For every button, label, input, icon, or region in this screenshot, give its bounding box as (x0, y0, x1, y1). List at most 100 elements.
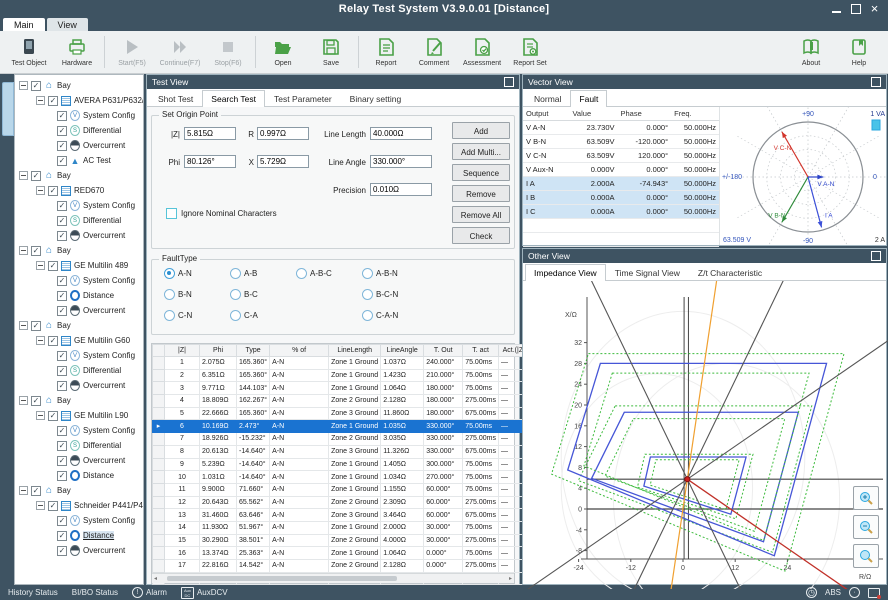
tab-z-t-characteristic[interactable]: Z/t Characteristic (689, 264, 771, 280)
tree-item-overcurrent[interactable]: ✓Overcurrent (15, 303, 143, 318)
check-button[interactable]: Check (452, 227, 510, 244)
tree-device[interactable]: ✓GE Multilin G60 (15, 333, 143, 348)
checkbox[interactable]: ✓ (48, 501, 58, 511)
tree-device[interactable]: ✓GE Multilin L90 (15, 408, 143, 423)
table-row[interactable]: 1530.290Ω38.501°A-NZone 2 Ground4.000Ω30… (153, 534, 578, 547)
checkbox[interactable]: ✓ (31, 396, 41, 406)
remove-all-button[interactable]: Remove All (452, 206, 510, 223)
checkbox[interactable]: ✓ (57, 201, 67, 211)
tree-bay[interactable]: ✓⌂Bay (15, 318, 143, 333)
status-auxdcv[interactable]: AuxDCAuxDCV (181, 587, 228, 599)
checkbox[interactable]: ✓ (31, 171, 41, 181)
stop-button[interactable]: Stop(F6) (204, 32, 252, 72)
tab-search-test[interactable]: Search Test (202, 90, 265, 107)
status-history-status[interactable]: History Status (8, 588, 58, 597)
tree-item-distance[interactable]: ✓Distance (15, 468, 143, 483)
table-row[interactable]: 1722.816Ω14.542°A-NZone 2 Ground2.128Ω0.… (153, 560, 578, 573)
checkbox[interactable]: ✓ (57, 426, 67, 436)
x-field[interactable] (257, 155, 309, 168)
col-header[interactable]: T. act (463, 345, 499, 357)
ignore-nominal-checkbox[interactable] (166, 208, 177, 219)
fault-type-b-n[interactable]: B-N (164, 289, 192, 300)
table-horizontal-scrollbar[interactable]: ◂▸ (152, 573, 514, 583)
status-monitor[interactable] (868, 588, 880, 598)
tree-item-system-config[interactable]: ✓VSystem Config (15, 108, 143, 123)
zoom-out-button[interactable] (853, 515, 879, 539)
table-row[interactable]: 1613.374Ω25.363°A-NZone 1 Ground1.064Ω0.… (153, 547, 578, 560)
tree-bay[interactable]: ✓⌂Bay (15, 78, 143, 93)
table-row[interactable]: 95.239Ω-14.640°A-NZone 1 Ground1.405Ω300… (153, 458, 578, 471)
expander-icon[interactable] (19, 171, 28, 180)
col-header[interactable]: T. Out (424, 345, 463, 357)
checkbox[interactable]: ✓ (57, 156, 67, 166)
table-row[interactable]: 1411.930Ω51.967°A-NZone 1 Ground2.000Ω30… (153, 521, 578, 534)
start-button[interactable]: Start(F5) (108, 32, 156, 72)
tree-bay[interactable]: ✓⌂Bay (15, 483, 143, 498)
table-row[interactable]: 718.926Ω-15.232°A-NZone 2 Ground3.035Ω33… (153, 433, 578, 446)
vector-row[interactable]: V Aux-N0.000V0.000°50.000Hz (523, 163, 719, 177)
tree-item-overcurrent[interactable]: ✓Overcurrent (15, 138, 143, 153)
col-header[interactable]: LineAngle (381, 345, 424, 357)
tab-fault[interactable]: Fault (570, 90, 607, 107)
table-row[interactable]: 522.666Ω165.360°A-NZone 3 Ground11.860Ω1… (153, 407, 578, 420)
expander-icon[interactable] (36, 336, 45, 345)
table-row[interactable]: 418.809Ω162.267°A-NZone 2 Ground2.128Ω18… (153, 395, 578, 408)
tree-item-overcurrent[interactable]: ✓Overcurrent (15, 228, 143, 243)
z-field[interactable] (184, 127, 236, 140)
report-button[interactable]: Report (362, 32, 410, 72)
expander-icon[interactable] (36, 501, 45, 510)
table-row[interactable]: 26.351Ω165.360°A-NZone 1 Ground1.423Ω210… (153, 369, 578, 382)
checkbox[interactable]: ✓ (31, 81, 41, 91)
table-row[interactable]: 119.900Ω71.660°A-NZone 1 Ground1.155Ω60.… (153, 483, 578, 496)
help-button[interactable]: Help (835, 32, 883, 72)
phi-field[interactable] (184, 155, 236, 168)
checkbox[interactable]: ✓ (57, 351, 67, 361)
vector-row[interactable]: I B0.000A0.000°50.000Hz (523, 191, 719, 205)
expander-icon[interactable] (36, 261, 45, 270)
status-alarm[interactable]: !Alarm (132, 587, 167, 598)
checkbox[interactable]: ✓ (48, 411, 58, 421)
test-object-button[interactable]: Test Object (5, 32, 53, 72)
tree-device[interactable]: ✓Schneider P441/P442/P444 (15, 498, 143, 513)
tree-item-ac-test[interactable]: ✓▲AC Test (15, 153, 143, 168)
r-field[interactable] (257, 127, 309, 140)
checkbox[interactable]: ✓ (48, 96, 58, 106)
tab-binary-setting[interactable]: Binary setting (341, 90, 411, 106)
open-button[interactable]: Open (259, 32, 307, 72)
precision-field[interactable] (370, 183, 432, 196)
checkbox[interactable]: ✓ (57, 471, 67, 481)
continue-button[interactable]: Continue(F7) (156, 32, 204, 72)
tree-item-overcurrent[interactable]: ✓Overcurrent (15, 378, 143, 393)
expander-icon[interactable] (19, 321, 28, 330)
tree-item-system-config[interactable]: ✓VSystem Config (15, 198, 143, 213)
status-abs[interactable]: ABS (825, 588, 841, 597)
table-row[interactable]: 1220.643Ω65.562°A-NZone 2 Ground2.309Ω60… (153, 496, 578, 509)
fault-type-a-b[interactable]: A-B (230, 268, 257, 279)
tree-item-overcurrent[interactable]: ✓Overcurrent (15, 453, 143, 468)
col-header[interactable]: |Z| (165, 345, 200, 357)
remove-button[interactable]: Remove (452, 185, 510, 202)
checkbox[interactable]: ✓ (57, 216, 67, 226)
tree-item-system-config[interactable]: ✓VSystem Config (15, 513, 143, 528)
table-row[interactable]: 101.031Ω-14.640°A-NZone 1 Ground1.034Ω27… (153, 471, 578, 484)
tree-item-system-config[interactable]: ✓VSystem Config (15, 273, 143, 288)
col-header[interactable]: Phi (200, 345, 237, 357)
table-row[interactable]: 820.613Ω-14.640°A-NZone 3 Ground11.326Ω3… (153, 445, 578, 458)
tree-item-differential[interactable]: ✓SDifferential (15, 123, 143, 138)
maximize-button[interactable] (849, 3, 862, 15)
fault-type-a-b-n[interactable]: A-B-N (362, 268, 398, 279)
checkbox[interactable]: ✓ (57, 381, 67, 391)
test-view-maximize-icon[interactable] (504, 77, 514, 87)
add-multi--button[interactable]: Add Multi... (452, 143, 510, 160)
tree-item-system-config[interactable]: ✓VSystem Config (15, 423, 143, 438)
line-length-field[interactable] (370, 127, 432, 140)
tab-time-signal-view[interactable]: Time Signal View (606, 264, 689, 280)
checkbox[interactable]: ✓ (57, 546, 67, 556)
vector-row[interactable]: I C0.000A0.000°50.000Hz (523, 205, 719, 219)
checkbox[interactable]: ✓ (57, 291, 67, 301)
hardware-button[interactable]: Hardware (53, 32, 101, 72)
tab-test-parameter[interactable]: Test Parameter (265, 90, 341, 106)
tree-device[interactable]: ✓RED670 (15, 183, 143, 198)
tree-bay[interactable]: ✓⌂Bay (15, 168, 143, 183)
tab-normal[interactable]: Normal (525, 90, 570, 106)
